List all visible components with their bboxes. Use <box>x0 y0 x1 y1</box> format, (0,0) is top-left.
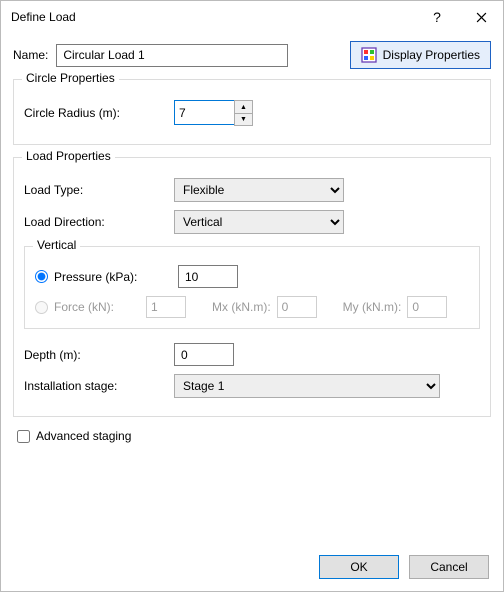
pressure-radio[interactable] <box>35 270 48 283</box>
vertical-group: Vertical Pressure (kPa): Force (kN): Mx … <box>24 246 480 329</box>
load-type-select[interactable]: Flexible <box>174 178 344 202</box>
my-input <box>407 296 447 318</box>
depth-input[interactable] <box>174 343 234 366</box>
close-button[interactable] <box>459 2 503 32</box>
mx-label: Mx (kN.m): <box>212 300 271 314</box>
display-properties-label: Display Properties <box>383 48 480 62</box>
circle-properties-legend: Circle Properties <box>22 71 119 85</box>
pressure-input[interactable] <box>178 265 238 288</box>
installation-stage-select[interactable]: Stage 1 <box>174 374 440 398</box>
load-direction-select[interactable]: Vertical <box>174 210 344 234</box>
depth-label: Depth (m): <box>24 348 174 362</box>
load-direction-label: Load Direction: <box>24 215 174 229</box>
display-properties-button[interactable]: Display Properties <box>350 41 491 69</box>
mx-input <box>277 296 317 318</box>
name-input[interactable] <box>56 44 288 67</box>
my-label: My (kN.m): <box>343 300 402 314</box>
force-radio <box>35 301 48 314</box>
pressure-label: Pressure (kPa): <box>54 270 172 284</box>
close-icon <box>476 12 487 23</box>
name-label: Name: <box>13 48 48 62</box>
circle-properties-group: Circle Properties Circle Radius (m): ▲ ▼ <box>13 79 491 145</box>
window-title: Define Load <box>11 10 76 24</box>
vertical-legend: Vertical <box>33 238 80 252</box>
circle-radius-input[interactable] <box>174 100 234 125</box>
force-input <box>146 296 186 318</box>
circle-radius-spinner[interactable]: ▲ ▼ <box>174 100 253 126</box>
advanced-staging-checkbox[interactable] <box>17 430 30 443</box>
palette-icon <box>361 47 377 63</box>
circle-radius-label: Circle Radius (m): <box>24 106 174 120</box>
load-properties-group: Load Properties Load Type: Flexible Load… <box>13 157 491 417</box>
spinner-down-icon[interactable]: ▼ <box>235 113 252 125</box>
force-label: Force (kN): <box>54 300 140 314</box>
help-button[interactable]: ? <box>415 2 459 32</box>
spinner-up-icon[interactable]: ▲ <box>235 101 252 113</box>
load-type-label: Load Type: <box>24 183 174 197</box>
installation-stage-label: Installation stage: <box>24 379 174 393</box>
advanced-staging-label: Advanced staging <box>36 429 131 443</box>
ok-button[interactable]: OK <box>319 555 399 579</box>
cancel-button[interactable]: Cancel <box>409 555 489 579</box>
load-properties-legend: Load Properties <box>22 149 115 163</box>
titlebar: Define Load ? <box>1 1 503 33</box>
